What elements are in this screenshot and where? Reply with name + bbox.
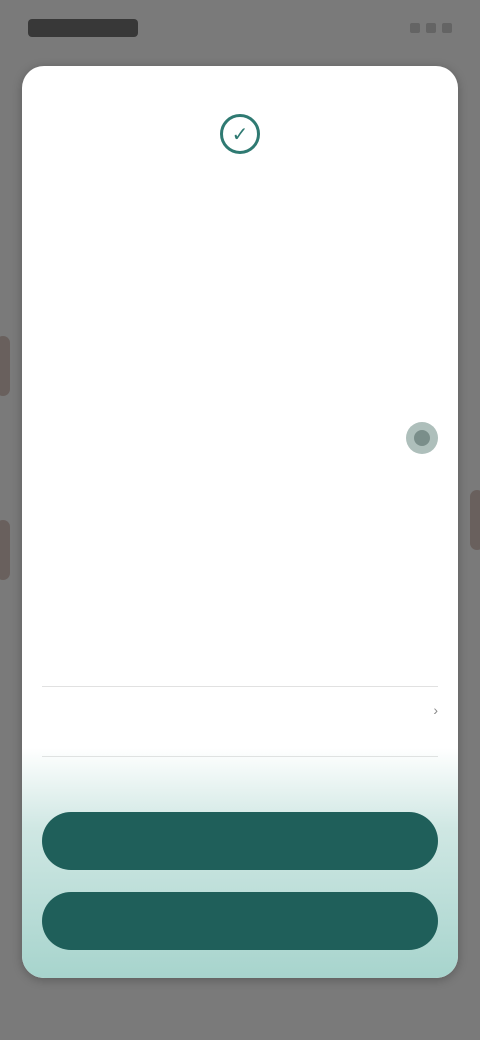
background-decor bbox=[0, 520, 10, 580]
battery-icon bbox=[442, 23, 452, 33]
signal-icon bbox=[410, 23, 420, 33]
accept-button[interactable] bbox=[42, 812, 438, 870]
background-decor bbox=[0, 336, 10, 396]
status-icons bbox=[410, 23, 452, 33]
divider bbox=[42, 686, 438, 687]
chevron-right-icon: › bbox=[433, 702, 438, 718]
consent-toggle-row[interactable] bbox=[40, 422, 438, 454]
status-time bbox=[28, 19, 138, 37]
wifi-icon bbox=[426, 23, 436, 33]
save-settings-button[interactable] bbox=[42, 892, 438, 950]
consent-dialog: ✓ › bbox=[22, 66, 458, 978]
background-decor bbox=[470, 490, 480, 550]
consent-toggle-switch[interactable] bbox=[406, 422, 438, 454]
check-circle-icon: ✓ bbox=[220, 114, 260, 154]
status-bar bbox=[0, 0, 480, 56]
